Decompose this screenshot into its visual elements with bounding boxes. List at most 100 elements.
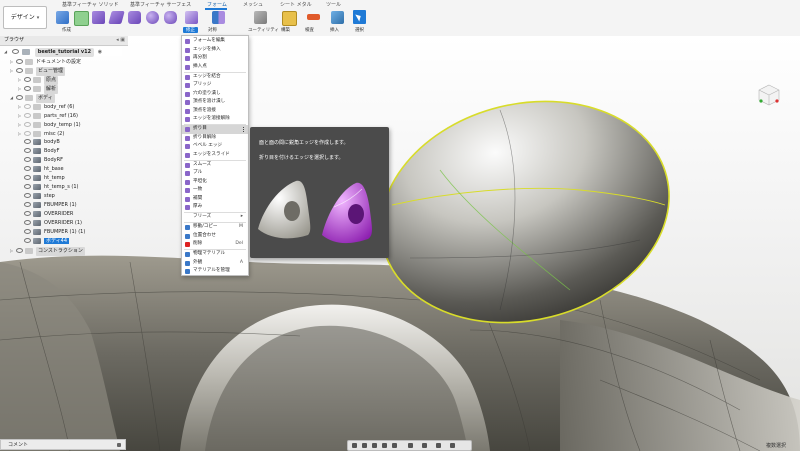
group-inspect[interactable]: 検査 [305,27,314,33]
tree-item[interactable]: step [18,192,55,201]
menu-item[interactable]: ブリッジ [182,81,248,90]
visibility-eye-icon[interactable] [24,131,31,136]
visibility-eye-icon[interactable] [24,148,31,153]
grid-settings-icon[interactable] [422,443,427,448]
visibility-eye-icon[interactable] [24,238,31,243]
tree-item[interactable]: OVERRIDER [18,210,73,219]
menu-item[interactable]: フリーズ ▸ [182,213,248,222]
pan-icon[interactable] [372,443,377,448]
viewports-icon[interactable] [436,443,441,448]
visibility-eye-icon[interactable] [24,211,31,216]
tree-item[interactable]: ht_base [18,165,64,174]
menu-item[interactable]: 厚み [182,203,248,212]
visibility-eye-icon[interactable] [16,248,23,253]
visibility-eye-icon[interactable] [16,68,23,73]
cylinder-icon[interactable] [128,11,141,24]
environment-icon[interactable] [450,443,455,448]
menu-item[interactable]: 一致 [182,186,248,195]
menu-item[interactable]: フォームを編集 [182,37,248,46]
visibility-eye-icon[interactable] [24,104,31,109]
menu-item[interactable]: エッジを溶接解除 [182,115,248,124]
menu-item[interactable]: 位置合わせ [182,232,248,241]
menu-item[interactable]: 平坦化 [182,178,248,187]
menu-item[interactable]: プル [182,169,248,178]
tree-item[interactable]: ▷ 解析 [18,84,59,94]
zoom-icon[interactable] [382,443,387,448]
menu-item[interactable]: 挿入点 [182,63,248,72]
activate-icon[interactable]: ◉ [98,49,102,55]
menu-item[interactable]: 外観 A [182,259,248,268]
group-select[interactable]: 選択 [355,27,364,33]
group-insert[interactable]: 挿入 [330,27,339,33]
visibility-eye-icon[interactable] [24,139,31,144]
menu-item[interactable]: ベベル エッジ [182,142,248,151]
tab-sheet-metal[interactable]: シート メタル [280,1,312,8]
tree-item[interactable]: ▷ ビュー管理 [10,66,66,76]
tree-item[interactable]: ▷ misc (2) [18,129,64,138]
panel-controls-icon[interactable]: ◂ ▣ [116,36,125,45]
menu-item[interactable]: スムーズ [182,161,248,170]
menu-item[interactable]: 折り目解除 [182,134,248,143]
menu-item[interactable]: エッジをスライド [182,151,248,160]
symmetry-icon[interactable] [212,11,225,24]
sketch-plus-icon[interactable] [74,11,89,26]
tree-item[interactable]: ht_temp [18,174,65,183]
sphere-icon[interactable] [146,11,159,24]
tree-item[interactable]: ▷ parts_ref (16) [18,111,78,120]
menu-item[interactable]: 削除 Del [182,240,248,249]
fit-icon[interactable] [392,443,397,448]
tree-item[interactable]: ボディ44 [18,237,70,246]
visibility-eye-icon[interactable] [24,193,31,198]
visibility-eye-icon[interactable] [24,202,31,207]
utility-icon[interactable] [254,11,267,24]
tree-item[interactable]: FBUMPER (1) (1) [18,228,85,237]
tab-solid[interactable]: 基準フィーチャ ソリッド [62,1,118,8]
visibility-eye-icon[interactable] [24,229,31,234]
menu-item[interactable]: 頂点を溶け潰し [182,98,248,107]
visibility-eye-icon[interactable] [24,122,31,127]
orbit-icon[interactable] [352,443,357,448]
tree-item[interactable]: ▷ ドキュメントの設定 [10,57,81,66]
visibility-eye-icon[interactable] [24,86,31,91]
viewcube-icon[interactable] [757,83,781,107]
group-modify[interactable]: 修正 [183,27,198,33]
menu-item[interactable]: 再分割 [182,54,248,63]
tree-item[interactable]: ▷ body_temp (1) [18,120,81,129]
select-arrow-icon[interactable] [353,10,366,24]
visibility-eye-icon[interactable] [16,59,23,64]
add-comment-icon[interactable] [117,443,121,447]
modify-icon[interactable] [185,11,198,24]
construct-icon[interactable] [282,11,297,26]
menu-item[interactable]: 穴の塗り潰し [182,90,248,99]
tab-mesh[interactable]: メッシュ [243,1,263,8]
tree-item[interactable]: ▷ コンストラクション [10,246,85,256]
group-construct[interactable]: 構築 [281,27,290,33]
look-at-icon[interactable] [362,443,367,448]
menu-item[interactable]: 物理マテリアル [182,250,248,259]
menu-item[interactable]: 移動/コピー M [182,223,248,232]
menu-item[interactable]: 補間 [182,195,248,204]
menu-item[interactable]: エッジを挿入 [182,46,248,55]
tree-item[interactable]: ▷ 原点 [18,75,59,85]
visibility-eye-icon[interactable] [24,113,31,118]
box-icon[interactable] [92,11,105,24]
tree-item[interactable]: ▷ body_ref (6) [18,102,74,111]
group-symmetry[interactable]: 対称 [208,27,217,33]
tree-item[interactable]: FBUMPER (1) [18,201,77,210]
tab-surface[interactable]: 基準フィーチャ サーフェス [130,1,191,8]
menu-item[interactable]: マテリアルを管理 [182,267,248,276]
tree-item[interactable]: OVERRIDER (1) [18,219,82,228]
visibility-eye-icon[interactable] [24,175,31,180]
tree-root[interactable]: ◢ beetle_tutorial v12 ◉ [4,47,122,57]
browser-header[interactable]: ブラウザ ◂ ▣ [0,36,128,46]
workspace-switcher-button[interactable]: デザイン ▾ [3,6,47,29]
menu-item[interactable]: エッジを結合 [182,73,248,82]
group-create[interactable]: 作成 [62,27,71,33]
tab-tools[interactable]: ツール [326,1,341,8]
tree-item[interactable]: bodyB [18,138,60,147]
visibility-eye-icon[interactable] [24,166,31,171]
collapse-icon[interactable]: ◢ [4,47,10,56]
create-form-icon[interactable] [56,11,69,24]
inspect-icon[interactable] [307,14,320,20]
visibility-eye-icon[interactable] [24,157,31,162]
